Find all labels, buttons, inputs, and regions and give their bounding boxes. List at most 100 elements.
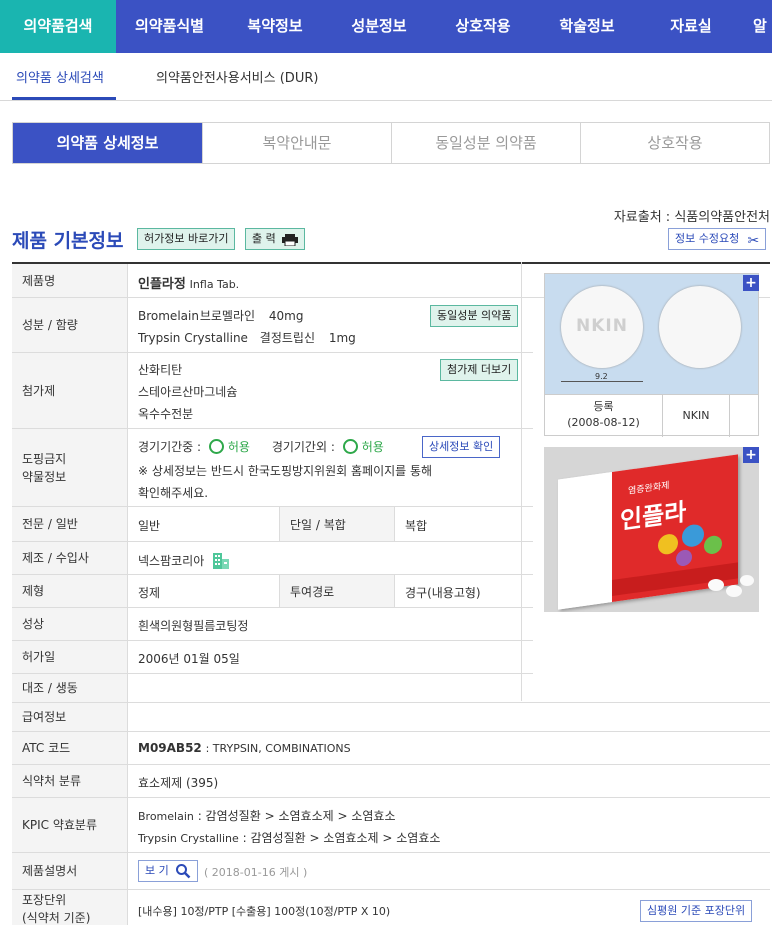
ingredient-2-amount: 1mg	[328, 331, 356, 345]
print-button-label: 출 력	[252, 232, 276, 245]
pill-front: NKIN	[561, 286, 643, 368]
row-appearance: 성상 흰색의원형필름코팅정	[12, 608, 533, 641]
tablet-shape	[726, 585, 742, 597]
doping-in-label: 경기기간중 :	[138, 440, 202, 454]
row-manual: 제품설명서 보 기 ( 2018-01-16 게시 )	[12, 853, 770, 890]
label-single: 단일 / 복합	[279, 507, 395, 541]
product-name-ko: 인플라정	[138, 277, 186, 292]
tablet-shape	[740, 575, 754, 586]
maker: 넥스팜코리아	[138, 551, 230, 572]
nav-item-more[interactable]: 알	[743, 0, 772, 53]
doping-detail-button[interactable]: 상세정보 확인	[422, 436, 501, 458]
row-date: 허가일 2006년 01월 05일	[12, 641, 533, 674]
row-form: 제형 정제 투여경로 경구(내용고형)	[12, 575, 533, 608]
nav-item-drug-search[interactable]: 의약품검색	[0, 0, 116, 53]
detail-tabs: 의약품 상세정보 복약안내문 동일성분 의약품 상호작용	[12, 122, 770, 164]
label-additive: 첨가제	[12, 353, 128, 428]
doping-note-1: ※ 상세정보는 반드시 한국도핑방지위원회 홈페이지를 통해	[138, 464, 433, 478]
top-nav: 의약품검색 의약품식별 복약정보 성분정보 상호작용 학술정보 자료실 알	[0, 0, 772, 53]
subnav-item-dur[interactable]: 의약품안전사용서비스 (DUR)	[156, 67, 318, 86]
label-package: 포장단위 (식약처 기준)	[12, 890, 128, 925]
manual-view-label: 보 기	[145, 864, 169, 877]
print-button[interactable]: 출 력	[245, 228, 305, 250]
label-product-name: 제품명	[12, 264, 128, 297]
package-value: [내수용] 10정/PTP [수출용] 100정(10정/PTP X 10)	[138, 905, 391, 918]
tab-detail-info[interactable]: 의약품 상세정보	[13, 123, 202, 163]
row-additive: 첨가제 산화티탄 스테아르산마그네슘 옥수수전분 첨가제 더보기	[12, 353, 533, 429]
ingredient-2-ko: 결정트립신	[259, 331, 315, 345]
doping-in-value: 허용	[227, 440, 250, 454]
mfds-value: 효소제제 (395)	[138, 776, 219, 790]
package-hira-button[interactable]: 심평원 기준 포장단위	[640, 900, 753, 922]
allowed-circle-icon	[342, 439, 358, 454]
doping-status: 경기기간중 : 허용 경기기간외 : 허용	[138, 438, 384, 455]
label-date: 허가일	[12, 641, 128, 673]
pill-zoom-plus-icon[interactable]: +	[743, 275, 759, 291]
label-class: 전문 / 일반	[12, 507, 128, 541]
label-kpic: KPIC 약효분류	[12, 798, 128, 852]
pill-size-label: 9.2	[595, 372, 608, 381]
class-value: 일반	[138, 519, 161, 533]
manual-view-button[interactable]: 보 기	[138, 860, 198, 882]
atc-code: M09AB52	[138, 741, 202, 755]
pill-imprint: NKIN	[663, 395, 730, 437]
nav-item-library[interactable]: 자료실	[639, 0, 743, 53]
package-zoom-plus-icon[interactable]: +	[743, 447, 759, 463]
scissors-icon: ✂	[747, 233, 760, 249]
ingredient-2: Trypsin Crystalline 결정트립신 1mg	[138, 329, 356, 346]
row-ingredient: 성분 / 함량 Bromelain 브로멜라인 40mg Trypsin Cry…	[12, 298, 533, 353]
subnav-item-detail-search[interactable]: 의약품 상세검색	[16, 67, 104, 86]
search-icon	[175, 863, 191, 886]
kpic-1-path: : 감염성질환 > 소염효소제 > 소염효소	[197, 809, 396, 823]
permit-info-button[interactable]: 허가정보 바로가기	[137, 228, 236, 250]
additive-1: 산화티탄	[138, 363, 183, 377]
tab-interaction[interactable]: 상호작용	[580, 123, 769, 163]
kpic-2: Trypsin Crystalline : 감염성질환 > 소염효소제 > 소염…	[138, 829, 440, 846]
appearance-value: 흰색의원형필름코팅정	[138, 619, 249, 633]
row-maker: 제조 / 수입사 넥스팜코리아	[12, 542, 533, 575]
nav-item-medication-info[interactable]: 복약정보	[223, 0, 327, 53]
building-icon[interactable]	[212, 551, 230, 572]
label-doping: 도핑금지 약물정보	[12, 429, 128, 506]
tab-same-ingredient[interactable]: 동일성분 의약품	[391, 123, 580, 163]
form-value: 정제	[138, 586, 161, 600]
row-kpic: KPIC 약효분류 Bromelain : 감염성질환 > 소염효소제 > 소염…	[12, 798, 770, 853]
tablet-shape	[708, 579, 724, 591]
kpic-1-name: Bromelain	[138, 810, 194, 823]
label-insurance: 급여정보	[12, 703, 128, 731]
row-insurance: 급여정보	[12, 703, 770, 732]
nav-item-drug-identify[interactable]: 의약품식별	[116, 0, 223, 53]
kpic-2-name: Trypsin Crystalline	[138, 832, 239, 845]
nav-item-ingredient-info[interactable]: 성분정보	[327, 0, 431, 53]
atc: M09AB52 : TRYPSIN, COMBINATIONS	[138, 741, 351, 755]
nav-item-academic[interactable]: 학술정보	[535, 0, 639, 53]
additive-more-button[interactable]: 첨가제 더보기	[440, 359, 519, 381]
row-class: 전문 / 일반 일반 단일 / 복합 복합	[12, 507, 533, 542]
nav-item-interaction[interactable]: 상호작용	[431, 0, 535, 53]
pill-image[interactable]: NKIN 9.2	[545, 274, 758, 394]
pill-mark: NKIN	[576, 316, 628, 336]
maker-value: 넥스팜코리아	[138, 554, 205, 568]
label-ingredient: 성분 / 함량	[12, 298, 128, 352]
label-compare: 대조 / 생동	[12, 674, 128, 702]
ingredient-1-en: Bromelain	[138, 309, 199, 323]
edit-request-button[interactable]: 정보 수정요청 ✂	[668, 228, 767, 250]
additive-2: 스테아르산마그네슘	[138, 385, 238, 399]
pill-status-label: 등록	[593, 400, 614, 413]
tab-medication-guide[interactable]: 복약안내문	[202, 123, 391, 163]
row-mfds: 식약처 분류 효소제제 (395)	[12, 765, 770, 798]
label-appearance: 성상	[12, 608, 128, 640]
package-image[interactable]: 염증완화제 인플라 +	[544, 447, 759, 612]
subnav-active-underline	[12, 97, 116, 100]
route-value: 경구(내용고형)	[405, 586, 481, 600]
ingredient-1-ko: 브로멜라인	[199, 309, 256, 323]
manual-date: ( 2018-01-16 게시 )	[204, 866, 308, 879]
label-mfds: 식약처 분류	[12, 765, 128, 797]
kpic-2-path: : 감염성질환 > 소염효소제 > 소염효소	[242, 831, 441, 845]
label-atc: ATC 코드	[12, 732, 128, 764]
same-ingredient-button[interactable]: 동일성분 의약품	[430, 305, 519, 327]
kpic-1: Bromelain : 감염성질환 > 소염효소제 > 소염효소	[138, 807, 396, 824]
doping-out-value: 허용	[361, 440, 384, 454]
date-value: 2006년 01월 05일	[138, 652, 240, 666]
pill-size-line	[561, 381, 643, 382]
